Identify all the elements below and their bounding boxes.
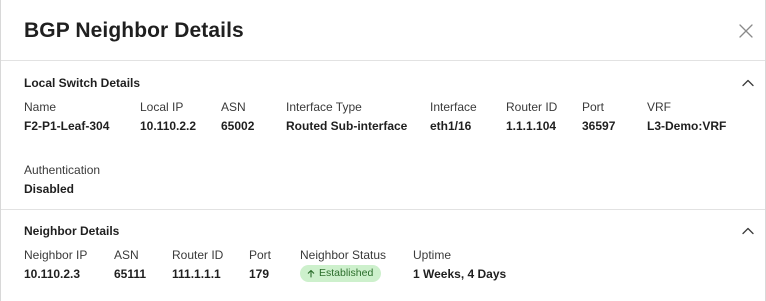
field-value: 111.1.1.1 <box>172 267 221 281</box>
field-label: Port <box>249 248 272 262</box>
field-label: Local IP <box>140 100 184 114</box>
field-label: Neighbor IP <box>24 248 88 262</box>
field-label: Router ID <box>506 100 558 114</box>
router-id-field: Router ID 1.1.1.104 <box>506 100 557 133</box>
field-value: 1.1.1.104 <box>506 119 557 133</box>
close-icon <box>739 24 753 38</box>
section-title: Neighbor Details <box>24 224 120 238</box>
field-label: Port <box>582 100 605 114</box>
collapse-neighbor-button[interactable] <box>741 226 755 236</box>
neighbor-port-field: Port 179 <box>249 248 271 281</box>
port-field: Port 36597 <box>582 100 615 133</box>
field-label: Router ID <box>172 248 224 262</box>
arrow-up-icon <box>307 269 315 278</box>
uptime-field: Uptime 1 Weeks, 4 Days <box>413 248 506 281</box>
local-ip-field: Local IP 10.110.2.2 <box>140 100 196 133</box>
interface-field: Interface eth1/16 <box>430 100 477 133</box>
authentication-field: Authentication Disabled <box>24 163 100 196</box>
dialog-header: BGP Neighbor Details <box>1 0 765 61</box>
field-label: Uptime <box>413 248 452 262</box>
section-title: Local Switch Details <box>24 76 141 90</box>
asn-field: ASN 65002 <box>221 100 254 133</box>
close-button[interactable] <box>737 22 755 40</box>
field-value: Disabled <box>24 182 75 196</box>
field-value: 10.110.2.2 <box>140 119 197 133</box>
field-label: Interface Type <box>286 100 362 114</box>
chevron-up-icon <box>742 79 754 87</box>
field-value: 179 <box>249 267 270 281</box>
interface-type-field: Interface Type Routed Sub-interface <box>286 100 407 133</box>
field-value: F2-P1-Leaf-304 <box>24 119 110 133</box>
field-label: ASN <box>114 248 139 262</box>
neighbor-asn-field: ASN 65111 <box>114 248 146 281</box>
field-value: 65002 <box>221 119 255 133</box>
local-switch-details-section: Local Switch Details Name F2-P1-Leaf-304… <box>1 61 765 210</box>
name-field: Name F2-P1-Leaf-304 <box>24 100 109 133</box>
status-badge-label: Established <box>319 267 374 279</box>
neighbor-details-section: Neighbor Details Neighbor IP 10.110.2.3 … <box>1 210 765 301</box>
field-value: eth1/16 <box>430 119 472 133</box>
field-label: Interface <box>430 100 477 114</box>
bgp-neighbor-details-dialog: BGP Neighbor Details Local Switch Detail… <box>0 0 766 301</box>
field-value: 65111 <box>114 267 147 281</box>
neighbor-status-field: Neighbor Status Established <box>300 248 386 283</box>
field-value: 10.110.2.3 <box>24 267 81 281</box>
collapse-local-switch-button[interactable] <box>741 78 755 88</box>
chevron-up-icon <box>742 227 754 235</box>
field-label: Authentication <box>24 163 101 177</box>
field-value: Routed Sub-interface <box>286 119 408 133</box>
field-label: ASN <box>221 100 246 114</box>
dialog-title: BGP Neighbor Details <box>24 19 244 42</box>
field-value: L3-Demo:VRF <box>647 119 727 133</box>
vrf-field: VRF L3-Demo:VRF <box>647 100 726 133</box>
neighbor-router-id-field: Router ID 111.1.1.1 <box>172 248 223 281</box>
field-value: 1 Weeks, 4 Days <box>413 267 507 281</box>
field-label: Name <box>24 100 57 114</box>
neighbor-ip-field: Neighbor IP 10.110.2.3 <box>24 248 87 281</box>
field-label: Neighbor Status <box>300 248 387 262</box>
field-label: VRF <box>647 100 671 114</box>
status-badge: Established <box>300 265 382 282</box>
field-value: 36597 <box>582 119 616 133</box>
